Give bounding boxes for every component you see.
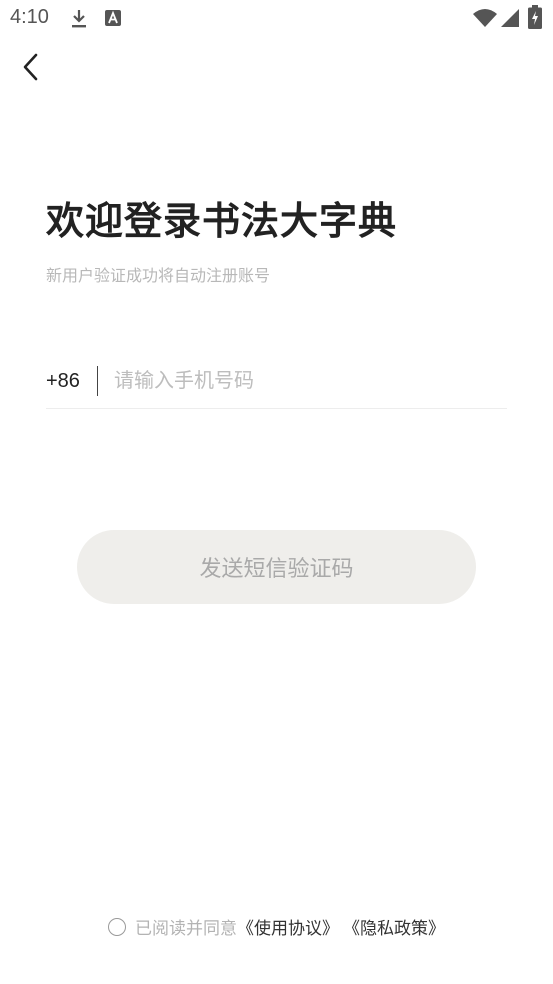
country-code[interactable]: +86 — [46, 370, 80, 393]
status-bar: 4:10 — [0, 0, 553, 36]
wifi-icon — [473, 9, 497, 27]
divider — [97, 366, 98, 396]
page-title: 欢迎登录书法大字典 — [46, 199, 398, 243]
phone-input-row: +86 — [46, 358, 507, 409]
battery-charging-icon — [528, 5, 542, 29]
status-time: 4:10 — [10, 6, 49, 28]
send-sms-code-button[interactable]: 发送短信验证码 — [77, 530, 476, 604]
terms-link[interactable]: 《使用协议》 — [237, 914, 339, 939]
signal-icon — [501, 9, 519, 27]
agreement-prefix: 已阅读并同意 — [135, 919, 237, 939]
privacy-link[interactable]: 《隐私政策》 — [343, 914, 445, 939]
a-notification-icon — [105, 10, 121, 26]
phone-input[interactable] — [114, 362, 494, 398]
agreement-row: 已阅读并同意 《使用协议》 《隐私政策》 — [0, 914, 553, 939]
download-icon — [72, 10, 86, 28]
back-button[interactable] — [16, 50, 50, 84]
chevron-left-icon — [23, 53, 38, 81]
page-subtitle: 新用户验证成功将自动注册账号 — [46, 266, 271, 285]
agreement-radio[interactable] — [108, 917, 126, 936]
